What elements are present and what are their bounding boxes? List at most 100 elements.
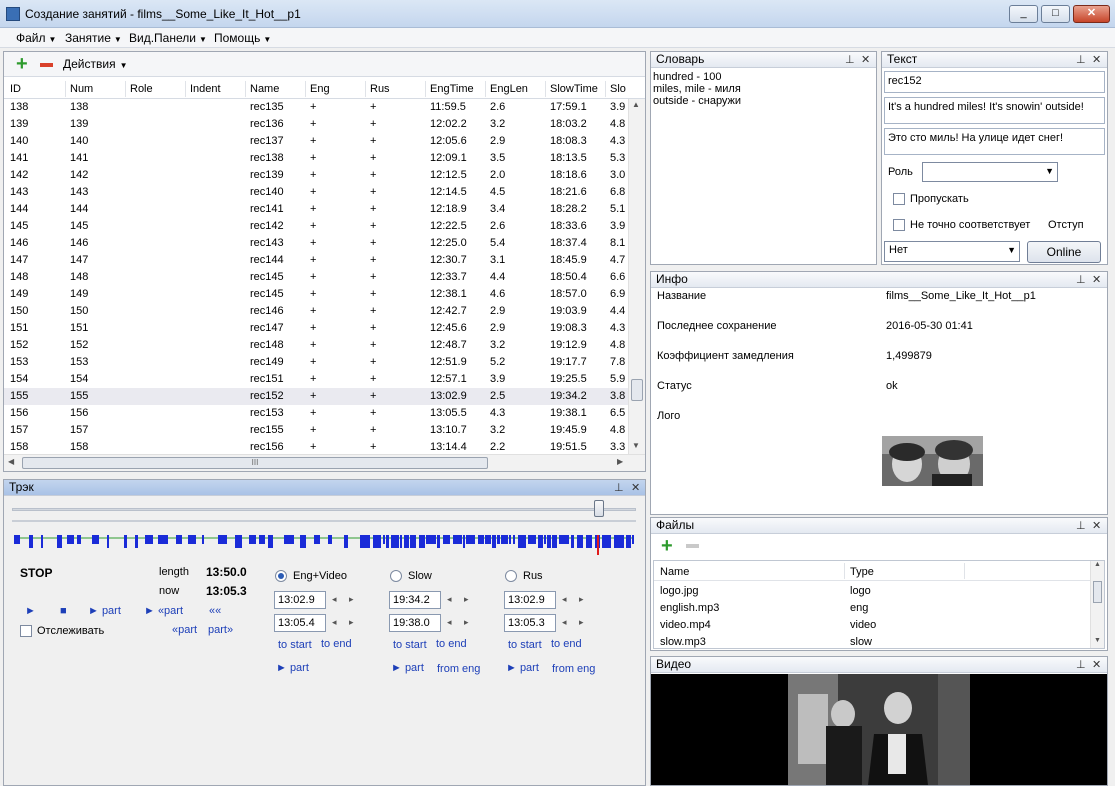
rewind-button[interactable]: ««	[209, 605, 221, 617]
add-record-icon[interactable]: +	[16, 54, 28, 74]
mode-rus-to-end-link[interactable]: to end	[551, 638, 582, 650]
play-button[interactable]: ►	[25, 605, 36, 617]
pin-icon[interactable]: ⊥	[1076, 658, 1086, 673]
table-row[interactable]: 150 150 rec146 + +12:42.7 2.9 19:03.9 4.4	[4, 303, 628, 320]
follow-checkbox[interactable]	[20, 625, 32, 637]
table-row[interactable]: 142 142 rec139 + +12:12.5 2.0 18:18.6 3.0	[4, 167, 628, 184]
files-vscroll-thumb[interactable]	[1093, 581, 1102, 603]
grid-col-eng[interactable]: Eng	[310, 83, 330, 95]
table-row[interactable]: 158 158 rec156 + +13:14.4 2.2 19:51.5 3.3	[4, 439, 628, 454]
pin-icon[interactable]: ⊥	[1076, 519, 1086, 534]
menu-lesson[interactable]: Занятие ▼	[65, 31, 122, 45]
actions-menu[interactable]: Действия ▼	[63, 57, 128, 71]
dictionary-entry[interactable]: miles, mile - миля	[653, 83, 873, 95]
spin-right-icon[interactable]: ▸	[579, 594, 584, 605]
table-row[interactable]: 140 140 rec137 + +12:05.6 2.9 18:08.3 4.3	[4, 133, 628, 150]
spin-left-icon[interactable]: ◂	[447, 617, 452, 628]
table-row[interactable]: 145 145 rec142 + +12:22.5 2.6 18:33.6 3.9	[4, 218, 628, 235]
grid-vertical-scrollbar[interactable]: ▲ ▼	[628, 99, 645, 454]
inexact-checkbox[interactable]	[893, 219, 905, 231]
table-row[interactable]: 151 151 rec147 + +12:45.6 2.9 19:08.3 4.3	[4, 320, 628, 337]
english-text-field[interactable]: It's a hundred miles! It's snowin' outsi…	[884, 97, 1105, 124]
pin-icon[interactable]: ⊥	[1076, 53, 1086, 68]
scroll-up-icon[interactable]: ▲	[1094, 561, 1101, 568]
grid-vscroll-thumb[interactable]	[631, 379, 643, 401]
table-row[interactable]: 153 153 rec149 + +12:51.9 5.2 19:17.7 7.8	[4, 354, 628, 371]
mode-rus-start-input[interactable]: 13:02.9	[504, 591, 556, 609]
play-prev-part-button[interactable]: ► «part	[144, 605, 183, 617]
grid-col-num[interactable]: Num	[70, 83, 93, 95]
grid-col-name[interactable]: Name	[250, 83, 279, 95]
grid-col-id[interactable]: ID	[10, 83, 21, 95]
table-row[interactable]: 138 138 rec135 + +11:59.5 2.6 17:59.1 3.9	[4, 99, 628, 116]
grid-col-slowtime[interactable]: SlowTime	[550, 83, 598, 95]
pin-icon[interactable]: ⊥	[614, 481, 624, 496]
close-window-button[interactable]: ✕	[1073, 5, 1110, 23]
mode-slow-to-end-link[interactable]: to end	[436, 638, 467, 650]
play-part-button[interactable]: ► part	[88, 605, 121, 617]
table-row[interactable]: 139 139 rec136 + +12:02.2 3.2 18:03.2 4.8	[4, 116, 628, 133]
spin-right-icon[interactable]: ▸	[464, 617, 469, 628]
file-row[interactable]: english.mp3 eng	[654, 600, 1088, 617]
grid-col-role[interactable]: Role	[130, 83, 153, 95]
video-viewport[interactable]	[651, 674, 1107, 785]
next-part-link[interactable]: part»	[208, 624, 233, 636]
table-row[interactable]: 144 144 rec141 + +12:18.9 3.4 18:28.2 5.1	[4, 201, 628, 218]
close-icon[interactable]: ✕	[631, 481, 640, 496]
scroll-right-icon[interactable]: ▶	[617, 457, 623, 466]
grid-col-slo[interactable]: Slo	[610, 83, 626, 95]
grid-col-separator[interactable]	[245, 81, 246, 97]
close-icon[interactable]: ✕	[1092, 53, 1101, 68]
mode-rus-play-part-button[interactable]: ► part	[506, 662, 539, 674]
mode-rus-radio[interactable]	[505, 570, 517, 582]
record-name-field[interactable]: rec152	[884, 71, 1105, 93]
remove-file-icon[interactable]	[686, 544, 699, 548]
grid-col-separator[interactable]	[185, 81, 186, 97]
mode-slow-play-part-button[interactable]: ► part	[391, 662, 424, 674]
russian-text-field[interactable]: Это сто миль! На улице идет снег!	[884, 128, 1105, 155]
mode-slow-radio[interactable]	[390, 570, 402, 582]
mode-rus-from-eng-link[interactable]: from eng	[552, 663, 595, 675]
grid-col-separator[interactable]	[605, 81, 606, 97]
indent-select[interactable]: Нет ▼	[884, 241, 1020, 262]
table-row[interactable]: 143 143 rec140 + +12:14.5 4.5 18:21.6 6.8	[4, 184, 628, 201]
scroll-up-icon[interactable]: ▲	[632, 100, 640, 109]
menu-help[interactable]: Помощь ▼	[214, 31, 271, 45]
spin-left-icon[interactable]: ◂	[447, 594, 452, 605]
pin-icon[interactable]: ⊥	[845, 53, 855, 68]
spin-right-icon[interactable]: ▸	[349, 617, 354, 628]
files-col-name[interactable]: Name	[660, 566, 689, 578]
file-row[interactable]: logo.jpg logo	[654, 583, 1088, 600]
grid-col-engtime[interactable]: EngTime	[430, 83, 474, 95]
close-icon[interactable]: ✕	[1092, 273, 1101, 288]
minimize-button[interactable]: _	[1009, 5, 1038, 23]
track-timeline[interactable]	[14, 535, 638, 555]
close-icon[interactable]: ✕	[1092, 658, 1101, 673]
grid-col-separator[interactable]	[305, 81, 306, 97]
mode-eng-video-end-input[interactable]: 13:05.4	[274, 614, 326, 632]
mode-rus-to-start-link[interactable]: to start	[508, 639, 542, 651]
table-row[interactable]: 157 157 rec155 + +13:10.7 3.2 19:45.9 4.8	[4, 422, 628, 439]
mode-slow-start-input[interactable]: 19:34.2	[389, 591, 441, 609]
mode-slow-to-start-link[interactable]: to start	[393, 639, 427, 651]
dictionary-entry[interactable]: outside - снаружи	[653, 95, 873, 107]
remove-record-icon[interactable]	[40, 63, 53, 67]
stop-button[interactable]: ■	[60, 605, 67, 617]
mode-rus-end-input[interactable]: 13:05.3	[504, 614, 556, 632]
mode-slow-from-eng-link[interactable]: from eng	[437, 663, 480, 675]
menu-view-panels[interactable]: Вид.Панели ▼	[129, 31, 207, 45]
prev-part-link[interactable]: «part	[172, 624, 197, 636]
close-icon[interactable]: ✕	[861, 53, 870, 68]
mode-eng-video-radio[interactable]	[275, 570, 287, 582]
mode-eng-video-to-end-link[interactable]: to end	[321, 638, 352, 650]
grid-col-separator[interactable]	[425, 81, 426, 97]
grid-col-englen[interactable]: EngLen	[490, 83, 528, 95]
menu-file[interactable]: Файл ▼	[16, 31, 56, 45]
table-row[interactable]: 152 152 rec148 + +12:48.7 3.2 19:12.9 4.8	[4, 337, 628, 354]
spin-right-icon[interactable]: ▸	[579, 617, 584, 628]
mode-eng-video-play-part-button[interactable]: ► part	[276, 662, 309, 674]
grid-col-separator[interactable]	[545, 81, 546, 97]
table-row[interactable]: 146 146 rec143 + +12:25.0 5.4 18:37.4 8.1	[4, 235, 628, 252]
table-row[interactable]: 141 141 rec138 + +12:09.1 3.5 18:13.5 5.3	[4, 150, 628, 167]
file-row[interactable]: video.mp4 video	[654, 617, 1088, 634]
